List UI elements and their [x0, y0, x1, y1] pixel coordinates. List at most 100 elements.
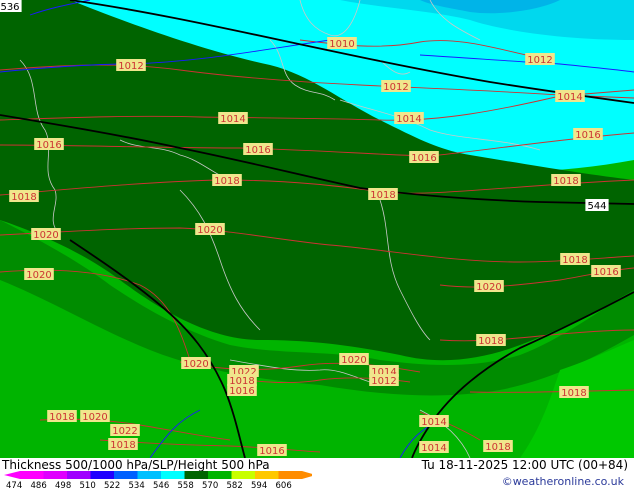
scale-swatch — [43, 471, 67, 479]
isobar-label: 1012 — [381, 80, 411, 93]
isobar-label: 1020 — [474, 280, 504, 293]
isobar-label: 1020 — [24, 268, 54, 281]
scale-label: 594 — [251, 481, 267, 489]
isobar-label: 1014 — [419, 415, 449, 428]
isobar-label: 1020 — [339, 353, 369, 366]
scale-swatch — [67, 471, 91, 479]
isobar-label-text: 1018 — [562, 255, 587, 266]
isobar-label: 1014 — [555, 90, 585, 103]
height-label-text: 544 — [587, 201, 606, 212]
scale-label: 582 — [227, 481, 243, 489]
scale-label: 570 — [202, 481, 218, 489]
isobar-label: 1016 — [573, 128, 603, 141]
isobar-label: 1018 — [47, 410, 77, 423]
isobar-label: 1018 — [483, 440, 513, 453]
isobar-label: 1020 — [195, 223, 225, 236]
isobar-label: 1014 — [419, 441, 449, 454]
isobar-label: 1016 — [227, 384, 257, 397]
isobar-label-text: 1016 — [411, 153, 436, 164]
isobar-label: 1018 — [559, 386, 589, 399]
scale-arrow-right — [302, 471, 312, 479]
scale-swatch — [208, 471, 232, 479]
isobar-label: 1016 — [243, 143, 273, 156]
isobar-label-text: 1016 — [245, 145, 270, 156]
thickness-color-scale: 474 486 498 510 522 534 546 558 570 582 594 606 — [4, 471, 312, 489]
scale-swatch — [137, 471, 161, 479]
isobar-label-text: 1018 — [553, 176, 578, 187]
isobar-label-text: 1018 — [478, 336, 503, 347]
isobar-label-text: 1014 — [557, 92, 582, 103]
isobar-label-text: 1016 — [229, 386, 254, 397]
isobar-label-text: 1020 — [26, 270, 51, 281]
isobar-label-text: 1014 — [396, 114, 421, 125]
isobar-label-text: 1022 — [112, 426, 137, 437]
isobar-label: 1012 — [525, 53, 555, 66]
valid-time: Tu 18-11-2025 12:00 UTC (00+84) — [421, 458, 628, 472]
map-title: Thickness 500/1000 hPa/SLP/Height 500 hP… — [2, 458, 270, 472]
isobar-label: 1016 — [34, 138, 64, 151]
scale-label: 558 — [178, 481, 194, 489]
scale-swatch — [114, 471, 138, 479]
isobar-label: 1012 — [116, 59, 146, 72]
isobar-label-text: 1016 — [36, 140, 61, 151]
isobar-label: 1020 — [31, 228, 61, 241]
scale-swatch — [278, 471, 302, 479]
isobar-label-text: 1018 — [49, 412, 74, 423]
isobar-label: 1022 — [110, 424, 140, 437]
map-footer: Thickness 500/1000 hPa/SLP/Height 500 hP… — [0, 458, 634, 490]
scale-label: 534 — [129, 481, 145, 489]
isobar-label: 1018 — [560, 253, 590, 266]
height-label: 536 — [0, 0, 22, 13]
isobar-label-text: 1012 — [383, 82, 408, 93]
scale-swatch — [255, 471, 279, 479]
scale-label: 498 — [55, 481, 71, 489]
isobar-label: 1020 — [80, 410, 110, 423]
isobar-label-text: 1016 — [593, 267, 618, 278]
scale-label: 510 — [80, 481, 96, 489]
scale-label: 546 — [153, 481, 169, 489]
scale-swatch — [231, 471, 255, 479]
scale-swatch — [184, 471, 208, 479]
isobar-label: 1018 — [551, 174, 581, 187]
isobar-label-text: 1018 — [370, 190, 395, 201]
isobar-label-text: 1014 — [220, 114, 245, 125]
scale-label: 486 — [31, 481, 47, 489]
isobar-label-text: 1020 — [183, 359, 208, 370]
isobar-label: 1014 — [218, 112, 248, 125]
isobar-label-text: 1018 — [485, 442, 510, 453]
isobar-label-text: 1012 — [371, 376, 396, 387]
isobar-label-text: 1014 — [421, 443, 446, 454]
scale-swatch — [20, 471, 44, 479]
scale-swatch — [90, 471, 114, 479]
isobar-label: 1020 — [181, 357, 211, 370]
isobar-label-text: 1016 — [575, 130, 600, 141]
isobar-label-text: 1014 — [421, 417, 446, 428]
isobar-label-text: 1020 — [341, 355, 366, 366]
isobar-label-text: 1016 — [259, 446, 284, 457]
isobar-label: 1018 — [108, 438, 138, 451]
scale-label: 606 — [276, 481, 292, 489]
scale-label: 474 — [6, 481, 22, 489]
isobar-label: 1010 — [327, 37, 357, 50]
height-label: 544 — [585, 199, 609, 212]
isobar-label: 1012 — [369, 374, 399, 387]
scale-label: 522 — [104, 481, 120, 489]
isobar-label: 1016 — [409, 151, 439, 164]
isobar-label-text: 1018 — [110, 440, 135, 451]
isobar-label-text: 1020 — [82, 412, 107, 423]
isobar-label: 1014 — [394, 112, 424, 125]
thickness-fills — [0, 0, 634, 458]
isobar-label: 1016 — [591, 265, 621, 278]
isobar-label: 1018 — [476, 334, 506, 347]
isobar-label-text: 1018 — [11, 192, 36, 203]
isobar-label-text: 1018 — [214, 176, 239, 187]
height-label-text: 536 — [0, 2, 19, 13]
isobar-label: 1016 — [257, 444, 287, 457]
isobar-label-text: 1010 — [329, 39, 354, 50]
isobar-label-text: 1020 — [33, 230, 58, 241]
isobar-label-text: 1020 — [476, 282, 501, 293]
credit-link[interactable]: ©weatheronline.co.uk — [502, 475, 624, 488]
isobar-label: 1018 — [212, 174, 242, 187]
isobar-label-text: 1012 — [527, 55, 552, 66]
isobar-label: 1018 — [9, 190, 39, 203]
